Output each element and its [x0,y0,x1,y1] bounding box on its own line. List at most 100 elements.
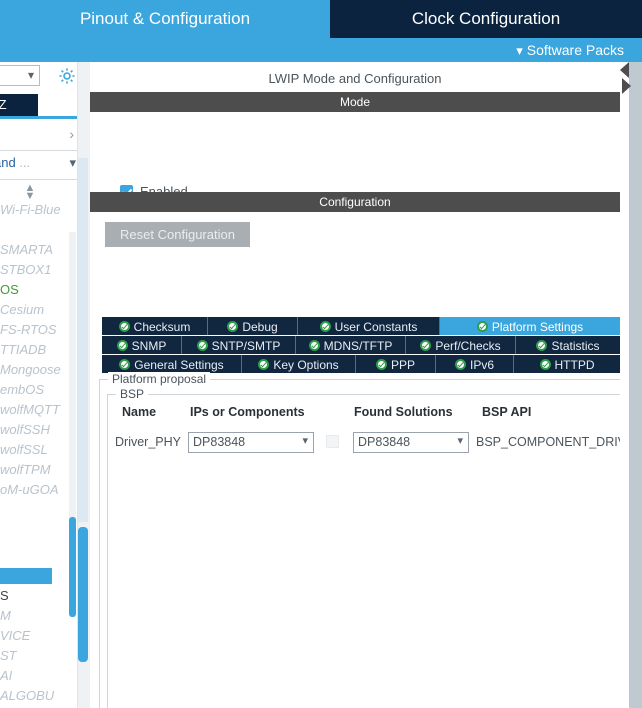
tab-platform-settings[interactable]: Platform Settings [440,317,620,335]
tab-pinout-configuration[interactable]: Pinout & Configuration [0,0,330,38]
list-item[interactable] [0,220,76,240]
sidebar-scrollbar-track-light [78,158,88,522]
sidebar-selected-item[interactable] [0,568,52,584]
table-row: Driver_PHY DP83848 ▾ DP83848 ▾ BSP_COMPO… [108,431,622,459]
column-header-ips-or-components: IPs or Components [190,405,305,419]
list-item[interactable]: Cesium [0,300,76,320]
sidebar-category-combo[interactable]: and ... ▾ [0,151,84,180]
mode-section-body: Enabled [90,112,620,199]
check-circle-icon [536,340,548,352]
sidebar-category-label: and ... [0,155,31,170]
sidebar-inner-scrollbar-track[interactable] [69,232,76,522]
list-item[interactable]: Wi-Fi-Blue [0,200,76,220]
tab-sntp-smtp[interactable]: SNTP/SMTP [182,336,296,354]
cell-bsp-api: BSP_COMPONENT_DRIVE [476,435,622,449]
gear-icon[interactable] [58,67,76,85]
tab-checksum[interactable]: Checksum [102,317,208,335]
ips-or-components-select[interactable]: DP83848 ▾ [188,432,314,453]
list-item[interactable]: wolfTPM [0,460,76,480]
chevron-right-icon: › [69,126,74,142]
tab-label: MDNS/TFTP [323,338,393,353]
list-item[interactable]: ST [0,646,76,666]
chevron-down-icon: ▾ [69,155,76,170]
list-item[interactable]: OS [0,280,76,300]
tab-general-settings[interactable]: General Settings [102,355,242,373]
configuration-panel: LWIP Mode and Configuration Mode Enabled… [90,62,642,708]
sort-az-button[interactable]: A->Z [0,94,38,116]
tab-label: Perf/Checks [435,338,501,353]
collapse-left-arrow-icon[interactable] [620,62,629,78]
spinner-updown-icon[interactable]: ▲ ▼ [22,183,38,202]
list-item[interactable]: wolfSSH [0,420,76,440]
tab-mdns-tftp[interactable]: MDNS/TFTP [296,336,406,354]
list-item[interactable]: wolfMQTT [0,400,76,420]
row-select-checkbox[interactable] [326,435,339,448]
check-circle-icon [308,340,320,352]
tab-clock-configuration[interactable]: Clock Configuration [330,0,642,38]
tab-ppp[interactable]: PPP [356,355,436,373]
sidebar-accent-bar [0,116,84,119]
platform-proposal-legend: Platform proposal [108,372,211,386]
sidebar-scrollbar-thumb[interactable] [78,527,88,662]
list-item[interactable]: SMARTA [0,240,76,260]
expand-right-arrow-icon[interactable] [622,78,631,94]
configuration-tab-row: SNMP SNTP/SMTP MDNS/TFTP Perf/Checks Statist… [102,336,620,354]
tab-label: Debug [242,319,278,334]
list-item[interactable]: TTIADB [0,340,76,360]
tab-label: Platform Settings [491,319,584,334]
check-circle-icon [196,340,208,352]
chevron-down-icon: ▾ [516,43,523,58]
tab-perf-checks[interactable]: Perf/Checks [406,336,516,354]
list-item[interactable]: M [0,606,76,626]
list-item[interactable]: VICE [0,626,76,646]
configuration-section-header: Configuration [90,192,620,212]
list-item[interactable]: Mongoose [0,360,76,380]
check-circle-icon [454,359,466,371]
tab-snmp[interactable]: SNMP [102,336,182,354]
sidebar-filter-select[interactable]: ▾ [0,65,40,86]
tab-label: SNMP [131,338,167,353]
sidebar-inner-scrollbar-thumb[interactable] [69,517,76,617]
check-circle-icon [119,359,131,371]
tab-key-options[interactable]: Key Options [242,355,356,373]
list-item[interactable]: wolfSSL [0,440,76,460]
check-circle-icon [118,321,130,333]
panel-scrollbar-track[interactable] [629,62,642,708]
tab-label: IPv6 [469,357,494,372]
configuration-tab-row: General Settings Key Options PPP IPv6 HTTPD [102,355,620,373]
list-item[interactable]: S [0,586,76,606]
tab-label: Checksum [133,319,191,334]
list-item[interactable]: oM-uGOA [0,480,76,500]
found-solutions-select[interactable]: DP83848 ▾ [353,432,469,453]
tab-httpd[interactable]: HTTPD [514,355,620,373]
check-circle-icon [258,359,270,371]
tab-statistics[interactable]: Statistics [516,336,620,354]
tab-debug[interactable]: Debug [208,317,298,335]
list-item[interactable]: AI [0,666,76,686]
sort-az-label: A->Z [0,97,7,112]
reset-configuration-button[interactable]: Reset Configuration [105,222,250,247]
software-packs-menu[interactable]: ▾ Software Packs [516,38,624,62]
list-item[interactable]: FS-RTOS [0,320,76,340]
check-circle-icon [420,340,432,352]
tab-label: User Constants [334,319,418,334]
app-header: Pinout & Configuration Clock Configurati… [0,0,642,38]
tab-user-constants[interactable]: User Constants [298,317,440,335]
chevron-down-icon: ▾ [27,68,34,82]
list-item[interactable]: STBOX1 [0,260,76,280]
check-circle-icon [476,321,488,333]
panel-scroll-area: LWIP Mode and Configuration Mode Enabled… [90,62,622,708]
tab-label: Statistics [551,338,600,353]
list-item[interactable]: ALGOBU [0,686,76,706]
configuration-tab-grid: Checksum Debug User Constants Platform Sett… [102,317,620,374]
sidebar-component-list[interactable]: Wi-Fi-Blue SMARTA STBOX1 OS Cesium FS-RTOS TTI… [0,200,76,500]
tab-label: SNTP/SMTP [211,338,281,353]
tab-ipv6[interactable]: IPv6 [436,355,514,373]
check-circle-icon [227,321,239,333]
sidebar-expand-row[interactable]: › [0,122,84,151]
bsp-table: Name IPs or Components Found Solutions B… [108,405,622,459]
sidebar-component-list-lower[interactable]: SMVICESTAIALGOBUAZRTOSBLE1BLE2BLEMGR [0,586,76,708]
list-item[interactable]: embOS [0,380,76,400]
chevron-down-icon: ▾ [457,435,463,447]
panel-vertical-scrollbar[interactable] [620,62,642,708]
